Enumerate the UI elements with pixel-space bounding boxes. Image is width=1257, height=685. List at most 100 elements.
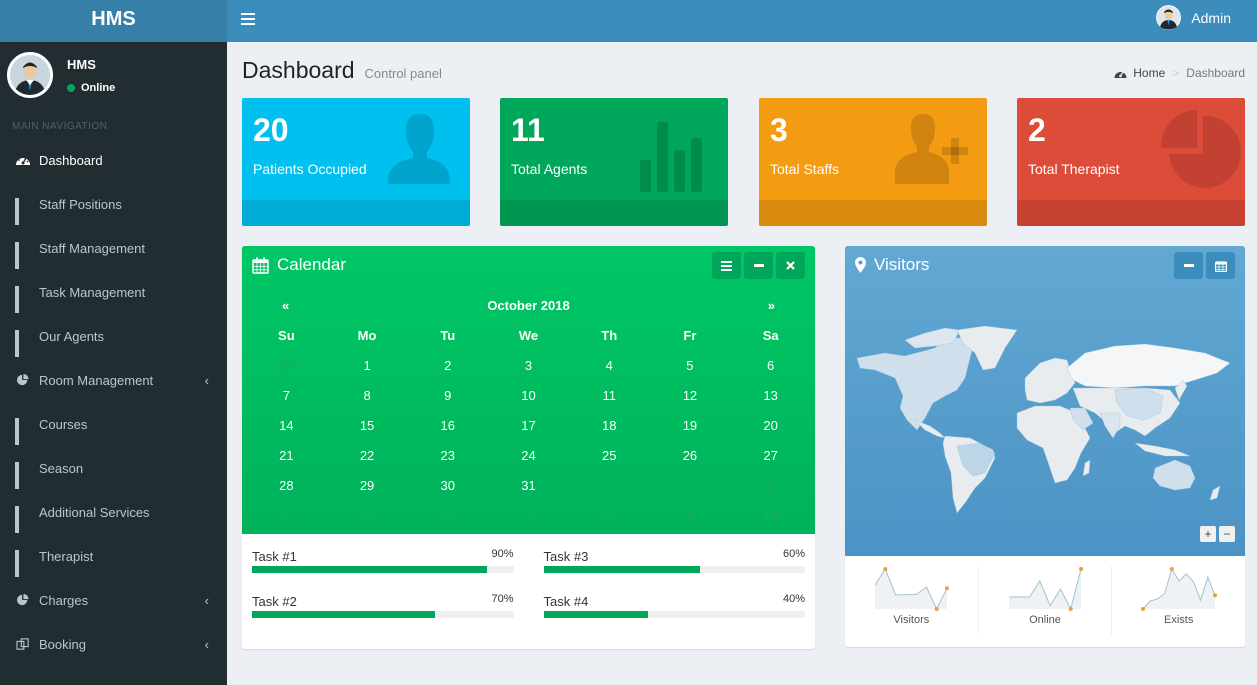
calendar-day[interactable]: 15 [327, 411, 408, 441]
sidebar-menu: Dashboard Staff Positions Staff Management… [0, 138, 227, 666]
sidebar-toggle-icon[interactable] [241, 13, 255, 25]
stat-box-patients[interactable]: 20 Patients Occupied [242, 98, 470, 226]
sidebar-item-task-management[interactable]: Task Management [0, 270, 227, 314]
sidebar-item-staff-management[interactable]: Staff Management [0, 226, 227, 270]
map-zoom-in-button[interactable]: + [1200, 526, 1216, 542]
task-progress-bar [252, 611, 514, 618]
stat-box-footer[interactable] [242, 200, 470, 226]
calendar-day[interactable]: 24 [488, 441, 569, 471]
sidebar-item-courses[interactable]: Courses [0, 402, 227, 446]
task-progress-list: Task #1 90% Task #3 60% Task #2 70% Task #4 40% [252, 546, 805, 618]
calendar-close-button[interactable] [776, 252, 805, 279]
stat-box-therapist[interactable]: 2 Total Therapist [1017, 98, 1245, 226]
calendar-day[interactable]: 22 [327, 441, 408, 471]
calendar-day[interactable]: 18 [569, 411, 650, 441]
calendar-day[interactable]: 28 [246, 471, 327, 501]
visitors-date-range-button[interactable] [1206, 252, 1235, 279]
calendar-day[interactable]: 23 [407, 441, 488, 471]
calendar-day-other-month[interactable]: 6 [407, 501, 488, 531]
calendar-day-other-month[interactable]: 4 [246, 501, 327, 531]
stat-value: 11 [511, 112, 545, 148]
stat-label: Patients Occupied [253, 161, 367, 177]
sidebar-item-staff-positions[interactable]: Staff Positions [0, 182, 227, 226]
sidebar-item-label: Room Management [39, 372, 154, 388]
sidebar-item-dashboard[interactable]: Dashboard [0, 138, 227, 182]
map-region-australia [1152, 459, 1196, 491]
calendar-day[interactable]: 16 [407, 411, 488, 441]
calendar-day[interactable]: 19 [650, 411, 731, 441]
sidebar-item-therapist[interactable]: Therapist [0, 534, 227, 578]
task-progress: Task #4 40% [543, 591, 805, 618]
calendar-day[interactable]: 12 [650, 381, 731, 411]
calendar-day[interactable]: 21 [246, 441, 327, 471]
calendar-day[interactable]: 20 [730, 411, 811, 441]
calendar-day[interactable]: 13 [730, 381, 811, 411]
calendar-day[interactable]: 29 [327, 471, 408, 501]
calendar-day-other-month[interactable]: 8 [569, 501, 650, 531]
grid-icon [15, 462, 31, 489]
map-region-madagascar [1082, 459, 1091, 477]
visitors-title-text: Visitors [874, 255, 930, 274]
user-menu[interactable]: Admin [1156, 5, 1231, 30]
calendar-day-other-month[interactable]: 9 [650, 501, 731, 531]
calendar-day[interactable]: 8 [327, 381, 408, 411]
sidebar-item-label: Season [39, 460, 84, 476]
calendar-next-button[interactable]: » [768, 298, 775, 313]
calendar-day[interactable]: 3 [488, 351, 569, 381]
calendar-day[interactable]: 4 [569, 351, 650, 381]
top-navbar: Admin [227, 0, 1257, 42]
stat-box-footer[interactable] [759, 200, 987, 226]
calendar-weekday: Th [601, 328, 618, 343]
sparkline-last-point [1079, 567, 1083, 571]
calendar-day-other-month[interactable]: 30 [246, 351, 327, 381]
copy-icon [16, 638, 29, 650]
calendar-day[interactable]: 5 [650, 351, 731, 381]
calendar-day-other-month[interactable]: 7 [488, 501, 569, 531]
stat-box-footer[interactable] [1017, 200, 1245, 226]
calendar-day[interactable]: 7 [246, 381, 327, 411]
stat-box-footer[interactable] [500, 200, 728, 226]
calendar-month-label[interactable]: October 2018 [242, 298, 815, 313]
sidebar-item-season[interactable]: Season [0, 446, 227, 490]
calendar-day[interactable]: 14 [246, 411, 327, 441]
sidebar-item-label: Therapist [39, 548, 94, 564]
visitors-header: Visitors + − [845, 246, 1245, 556]
calendar-day[interactable]: 6 [730, 351, 811, 381]
calendar-day-other-month[interactable]: 5 [327, 501, 408, 531]
stat-box-staffs[interactable]: 3 Total Staffs [759, 98, 987, 226]
calendar-day-other-month[interactable]: 10 [730, 501, 811, 531]
map-region-north-america [856, 337, 976, 431]
app-logo[interactable]: HMS [0, 0, 227, 42]
calendar-day[interactable]: 2 [407, 351, 488, 381]
breadcrumb-home[interactable]: Home [1133, 66, 1165, 80]
calendar-menu-button[interactable] [712, 252, 741, 279]
world-map[interactable] [845, 308, 1245, 518]
stat-box-agents[interactable]: 11 Total Agents [500, 98, 728, 226]
calendar-day-other-month[interactable]: 3 [730, 471, 811, 501]
calendar-collapse-button[interactable] [744, 252, 773, 279]
sparkline-last-point [1212, 593, 1217, 598]
sidebar-item-booking[interactable]: Booking ‹ [0, 622, 227, 666]
sidebar-item-additional-services[interactable]: Additional Services [0, 490, 227, 534]
calendar-day[interactable]: 25 [569, 441, 650, 471]
calendar-day[interactable]: 10 [488, 381, 569, 411]
calendar-day[interactable]: 27 [730, 441, 811, 471]
sidebar-item-charges[interactable]: Charges ‹ [0, 578, 227, 622]
sidebar-item-room-management[interactable]: Room Management ‹ [0, 358, 227, 402]
calendar-day[interactable]: 31 [488, 471, 569, 501]
calendar-day-other-month[interactable]: 1 [569, 471, 650, 501]
task-progress-fill [252, 611, 436, 618]
calendar-day[interactable]: 17 [488, 411, 569, 441]
map-zoom-out-button[interactable]: − [1219, 526, 1235, 542]
calendar-day[interactable]: 1 [327, 351, 408, 381]
calendar-widget: Calendar « October 2018 » Su Mo Tu We Th Fr Sa… [242, 246, 815, 649]
calendar-day[interactable]: 30 [407, 471, 488, 501]
calendar-day[interactable]: 9 [407, 381, 488, 411]
calendar-icon [1214, 260, 1227, 272]
calendar-day-other-month[interactable]: 2 [650, 471, 731, 501]
map-region-europe [1024, 357, 1076, 404]
sidebar-item-our-agents[interactable]: Our Agents [0, 314, 227, 358]
visitors-collapse-button[interactable] [1174, 252, 1203, 279]
calendar-day[interactable]: 11 [569, 381, 650, 411]
calendar-day[interactable]: 26 [650, 441, 731, 471]
